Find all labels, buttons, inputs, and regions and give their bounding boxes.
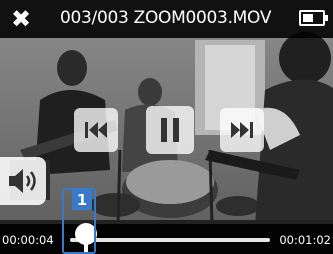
pause-button[interactable] — [146, 106, 194, 154]
total-time: 00:01:02 — [279, 233, 331, 247]
callout-number: 1 — [72, 190, 92, 210]
bottom-bar: 00:00:04 00:01:02 — [0, 224, 333, 254]
volume-icon — [9, 169, 36, 193]
next-button[interactable] — [220, 108, 264, 152]
elapsed-time: 00:00:04 — [2, 233, 54, 247]
top-bar: ✖ 003/003 ZOOM0003.MOV — [0, 0, 333, 38]
close-button[interactable]: ✖ — [8, 6, 34, 32]
close-icon: ✖ — [10, 5, 32, 33]
skip-previous-icon — [85, 122, 107, 138]
file-title: 003/003 ZOOM0003.MOV — [60, 8, 272, 28]
pause-icon — [161, 118, 179, 142]
previous-button[interactable] — [74, 108, 118, 152]
volume-button[interactable] — [0, 157, 46, 205]
battery-icon — [299, 10, 328, 26]
battery-level — [303, 14, 313, 22]
callout-annotation: 1 — [62, 188, 102, 254]
skip-next-icon — [231, 122, 253, 138]
video-player-screen: ✖ 003/003 ZOOM0003.MOV 00:00:04 00:01:02… — [0, 0, 333, 254]
